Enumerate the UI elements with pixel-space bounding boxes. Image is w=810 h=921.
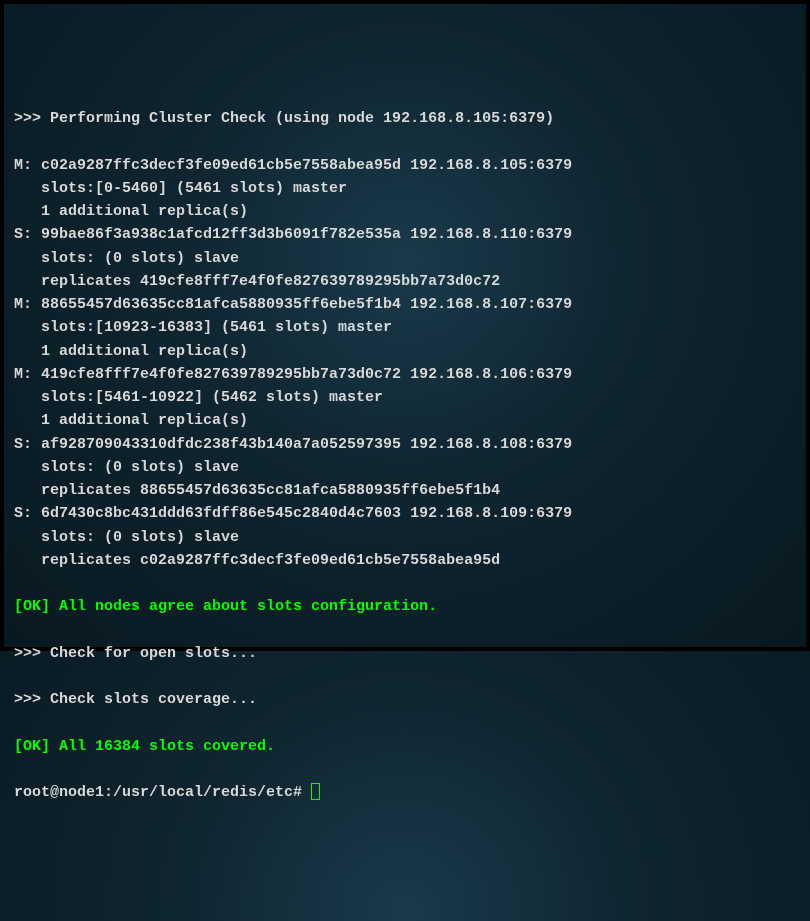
node-extra-line: replicates 88655457d63635cc81afca5880935…	[14, 479, 796, 502]
node-id-line: M: 88655457d63635cc81afca5880935ff6ebe5f…	[14, 293, 796, 316]
node-extra-line: 1 additional replica(s)	[14, 200, 796, 223]
nodes-list: M: c02a9287ffc3decf3fe09ed61cb5e7558abea…	[14, 154, 796, 573]
node-extra-line: 1 additional replica(s)	[14, 340, 796, 363]
node-extra-line: replicates 419cfe8fff7e4f0fe827639789295…	[14, 270, 796, 293]
shell-prompt-line[interactable]: root@node1:/usr/local/redis/etc#	[14, 781, 796, 804]
node-id-line: M: 419cfe8fff7e4f0fe827639789295bb7a73d0…	[14, 363, 796, 386]
node-extra-line: replicates c02a9287ffc3decf3fe09ed61cb5e…	[14, 549, 796, 572]
check-slots-coverage: >>> Check slots coverage...	[14, 688, 796, 711]
node-slots-line: slots:[10923-16383] (5461 slots) master	[14, 316, 796, 339]
shell-prompt-text: root@node1:/usr/local/redis/etc#	[14, 784, 311, 801]
node-id-line: M: c02a9287ffc3decf3fe09ed61cb5e7558abea…	[14, 154, 796, 177]
node-id-line: S: 99bae86f3a938c1afcd12ff3d3b6091f782e5…	[14, 223, 796, 246]
node-slots-line: slots: (0 slots) slave	[14, 526, 796, 549]
status-ok-slots-config: [OK] All nodes agree about slots configu…	[14, 595, 796, 618]
node-slots-line: slots:[0-5460] (5461 slots) master	[14, 177, 796, 200]
node-id-line: S: af928709043310dfdc238f43b140a7a052597…	[14, 433, 796, 456]
node-id-line: S: 6d7430c8bc431ddd63fdff86e545c2840d4c7…	[14, 502, 796, 525]
check-open-slots: >>> Check for open slots...	[14, 642, 796, 665]
node-slots-line: slots: (0 slots) slave	[14, 247, 796, 270]
node-extra-line: 1 additional replica(s)	[14, 409, 796, 432]
cursor-icon	[311, 783, 320, 800]
cluster-check-header: >>> Performing Cluster Check (using node…	[14, 107, 796, 130]
node-slots-line: slots:[5461-10922] (5462 slots) master	[14, 386, 796, 409]
node-slots-line: slots: (0 slots) slave	[14, 456, 796, 479]
status-ok-slots-covered: [OK] All 16384 slots covered.	[14, 735, 796, 758]
